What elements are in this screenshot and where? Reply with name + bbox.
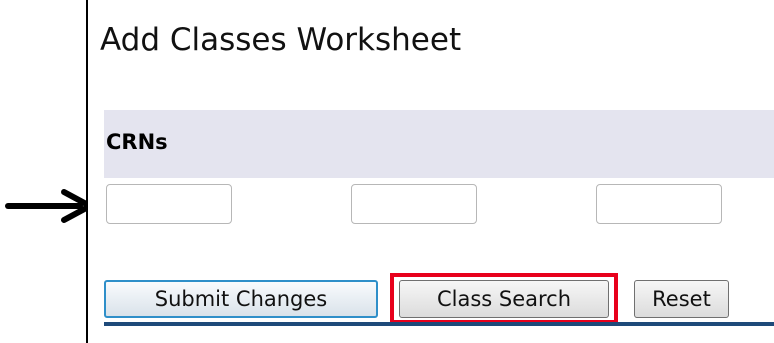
- right-arrow-icon: [5, 189, 97, 223]
- crn-input-3[interactable]: [596, 184, 722, 224]
- crn-header-label: CRNs: [106, 130, 168, 154]
- reset-button[interactable]: Reset: [634, 280, 729, 318]
- crn-input-1[interactable]: [106, 184, 232, 224]
- submit-changes-button[interactable]: Submit Changes: [104, 280, 378, 318]
- bottom-divider: [104, 322, 774, 326]
- add-classes-panel: Add Classes Worksheet CRNs Submit Change…: [86, 0, 774, 343]
- class-search-button[interactable]: Class Search: [399, 280, 609, 318]
- page-title: Add Classes Worksheet: [100, 22, 462, 58]
- crn-section-header: CRNs: [104, 110, 774, 178]
- crn-input-2[interactable]: [351, 184, 477, 224]
